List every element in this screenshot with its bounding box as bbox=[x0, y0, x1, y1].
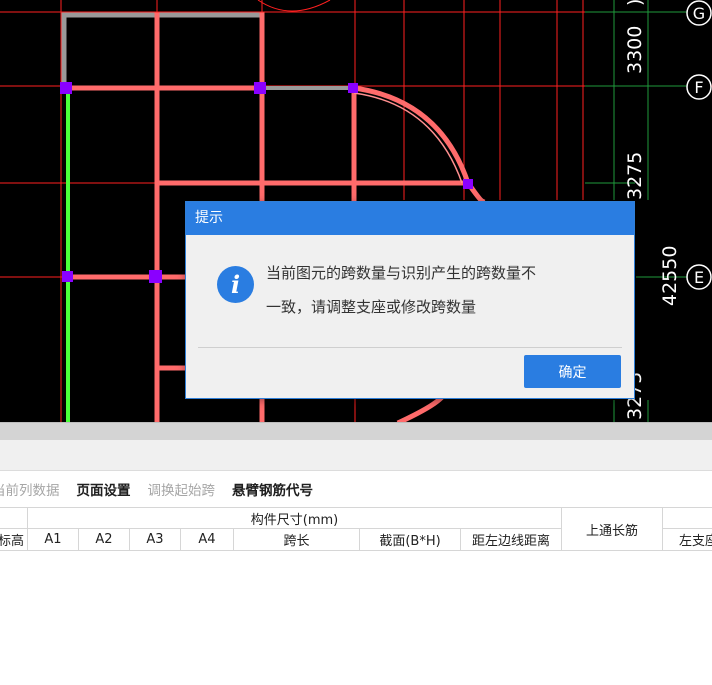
svg-text:F: F bbox=[694, 78, 703, 97]
col-header-section: 截面(B*H) bbox=[360, 529, 461, 551]
dimension-text: 3275 bbox=[624, 152, 646, 200]
page-setup-button[interactable]: 页面设置 bbox=[77, 479, 131, 499]
dialog-divider bbox=[198, 347, 622, 348]
col-header-left-edge-distance: 距左边线距离 bbox=[461, 529, 562, 551]
support-point[interactable] bbox=[254, 82, 266, 94]
col-header-a3: A3 bbox=[130, 529, 181, 551]
support-point[interactable] bbox=[62, 271, 73, 282]
axis-bubble-e: E bbox=[686, 264, 712, 290]
axis-bubble-f: F bbox=[686, 74, 712, 100]
support-point[interactable] bbox=[149, 270, 162, 283]
dimension-text: 3300 bbox=[624, 26, 646, 74]
support-point[interactable] bbox=[348, 83, 358, 93]
dialog-title[interactable]: 提示 bbox=[186, 202, 634, 235]
header-blank bbox=[0, 507, 28, 529]
swap-start-span-button[interactable]: 调换起始跨 bbox=[148, 479, 216, 499]
table-toolbar: 当前列数据 页面设置 调换起始跨 悬臂钢筋代号 bbox=[0, 471, 712, 507]
col-header-a4: A4 bbox=[181, 529, 234, 551]
support-point[interactable] bbox=[463, 179, 473, 189]
table-header: 构件尺寸(mm) 上通长筋 标高 A1 A2 A3 A4 跨长 截面(B*H) … bbox=[0, 507, 712, 551]
dimension-text-partial: ) bbox=[624, 0, 646, 6]
ok-button[interactable]: 确定 bbox=[524, 355, 621, 388]
support-point[interactable] bbox=[60, 82, 72, 94]
prompt-dialog: 提示 i 当前图元的跨数量与识别产生的跨数量不 一致，请调整支座或修改跨数量 确… bbox=[185, 201, 635, 399]
dialog-message-line1: 当前图元的跨数量与识别产生的跨数量不 bbox=[266, 264, 537, 282]
col-header-elevation: 标高 bbox=[0, 529, 28, 551]
panel-splitter[interactable] bbox=[0, 422, 712, 441]
component-size-header: 构件尺寸(mm) bbox=[28, 507, 562, 529]
info-icon: i bbox=[217, 266, 254, 303]
dimension-text: 42550 bbox=[659, 246, 681, 306]
svg-text:E: E bbox=[694, 268, 704, 287]
dialog-message-line2: 一致，请调整支座或修改跨数量 bbox=[266, 298, 477, 316]
col-header-left-support: 左支座 bbox=[663, 529, 712, 551]
col-header-a1: A1 bbox=[28, 529, 79, 551]
header-blank-right bbox=[663, 507, 712, 529]
col-header-a2: A2 bbox=[79, 529, 130, 551]
col-header-span-length: 跨长 bbox=[234, 529, 360, 551]
axis-bubble-g: G bbox=[686, 0, 712, 26]
cantilever-rebar-code-button[interactable]: 悬臂钢筋代号 bbox=[232, 479, 313, 499]
top-rebar-header: 上通长筋 bbox=[562, 507, 663, 551]
svg-text:G: G bbox=[693, 4, 705, 23]
panel-header-bar bbox=[0, 440, 712, 471]
current-column-data-button[interactable]: 当前列数据 bbox=[0, 479, 60, 499]
beam-table-panel: 当前列数据 页面设置 调换起始跨 悬臂钢筋代号 构件尺寸(mm) 上通长筋 标高… bbox=[0, 440, 712, 685]
